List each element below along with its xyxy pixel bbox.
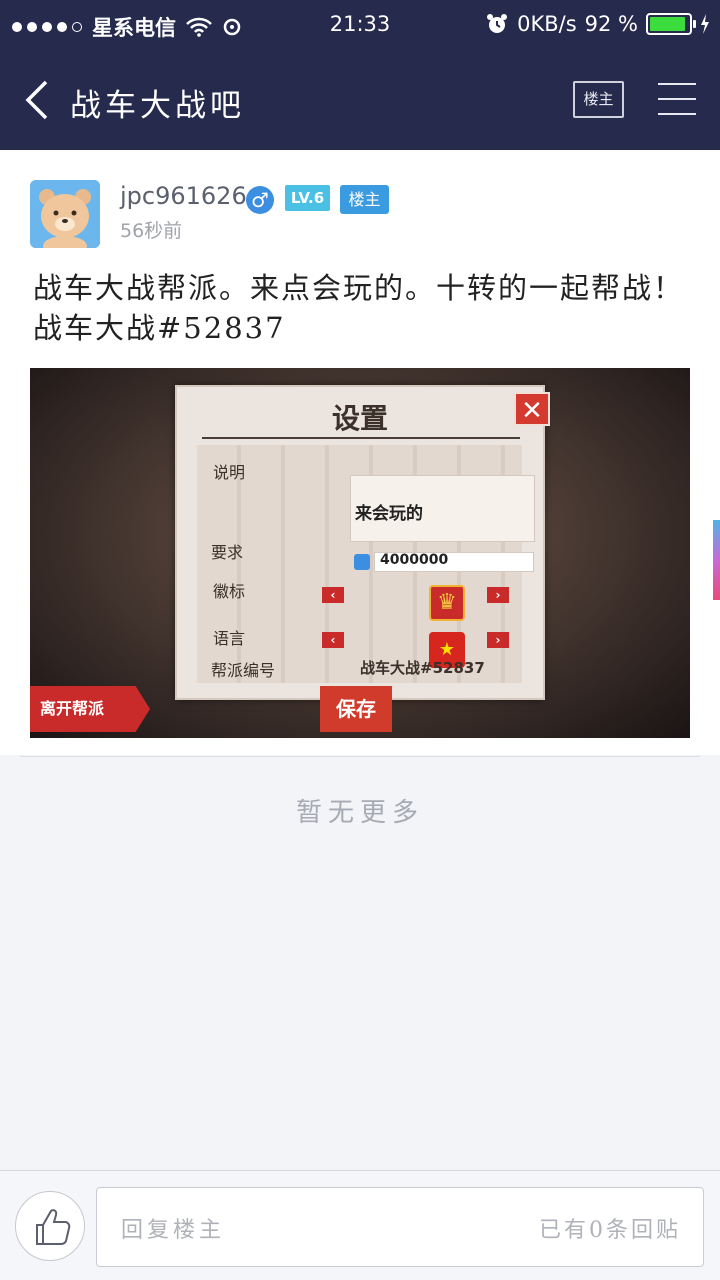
level-badge: LV.6: [285, 185, 330, 211]
req-value: 4000000: [380, 552, 449, 568]
reply-input[interactable]: 回复楼主 已有0条回贴: [96, 1187, 704, 1267]
side-tab[interactable]: [713, 520, 720, 600]
game-settings-panel: 设置 说明 来会玩的 要求 4000000 徽标 ‹ ♛ › 语言 ‹ ★ › …: [175, 385, 545, 700]
save-button: 保存: [320, 686, 392, 732]
label-lang: 语言: [213, 629, 246, 648]
label-req: 要求: [211, 543, 244, 562]
post-image[interactable]: 设置 说明 来会玩的 要求 4000000 徽标 ‹ ♛ › 语言 ‹ ★ › …: [30, 368, 690, 738]
like-button[interactable]: [15, 1191, 85, 1261]
label-desc: 说明: [213, 463, 246, 482]
back-icon[interactable]: [22, 80, 62, 120]
reply-placeholder: 回复楼主: [121, 1218, 226, 1243]
battery-icon: [646, 13, 696, 35]
no-more-text: 暂无更多: [295, 798, 424, 828]
charging-icon: [701, 14, 709, 34]
panel-title: 设置: [331, 402, 388, 435]
battery-percent: 92 %: [584, 12, 638, 36]
only-owner-button[interactable]: 楼主: [573, 81, 624, 118]
chevron-left-icon: ‹: [322, 632, 344, 648]
leave-group-button: 离开帮派: [30, 686, 150, 732]
username[interactable]: jpc961626: [120, 182, 247, 210]
post-content: 战车大战帮派。来点会玩的。十转的一起帮战！ 战车大战#52837: [33, 271, 685, 345]
shield-icon: [354, 554, 370, 570]
page-title: 战车大战吧: [70, 88, 245, 124]
crown-icon: ♛: [429, 585, 465, 621]
divider: [20, 756, 700, 757]
host-badge: 楼主: [340, 185, 389, 214]
chevron-right-icon: ›: [487, 632, 509, 648]
status-right: 0KB/s 92 %: [485, 12, 710, 36]
avatar[interactable]: [30, 180, 100, 248]
panel-divider: [202, 437, 520, 439]
reply-count: 已有0条回贴: [539, 1218, 681, 1243]
bottom-bar: 回复楼主 已有0条回贴: [0, 1170, 720, 1280]
nav-bar: 战车大战吧 楼主: [0, 50, 720, 150]
group-id-value: 战车大战#52837: [360, 659, 485, 677]
net-speed: 0KB/s: [517, 12, 577, 36]
male-icon: ♂: [246, 186, 274, 214]
menu-icon[interactable]: [658, 83, 696, 115]
alarm-icon: [487, 14, 508, 33]
post-time: 56秒前: [120, 220, 183, 242]
label-emblem: 徽标: [213, 582, 246, 601]
close-icon: ✕: [514, 392, 550, 426]
chevron-right-icon: ›: [487, 587, 509, 603]
bear-avatar-icon: [30, 180, 100, 248]
post-card: jpc961626 ♂ LV.6 楼主 56秒前 战车大战帮派。来点会玩的。十转…: [0, 150, 720, 755]
thumbs-up-icon: [36, 1209, 71, 1245]
chevron-left-icon: ‹: [322, 587, 344, 603]
desc-value: 来会玩的: [355, 504, 423, 524]
label-id: 帮派编号: [211, 661, 276, 680]
status-bar: 星系电信 21:33 0KB/s 92 %: [0, 0, 720, 50]
